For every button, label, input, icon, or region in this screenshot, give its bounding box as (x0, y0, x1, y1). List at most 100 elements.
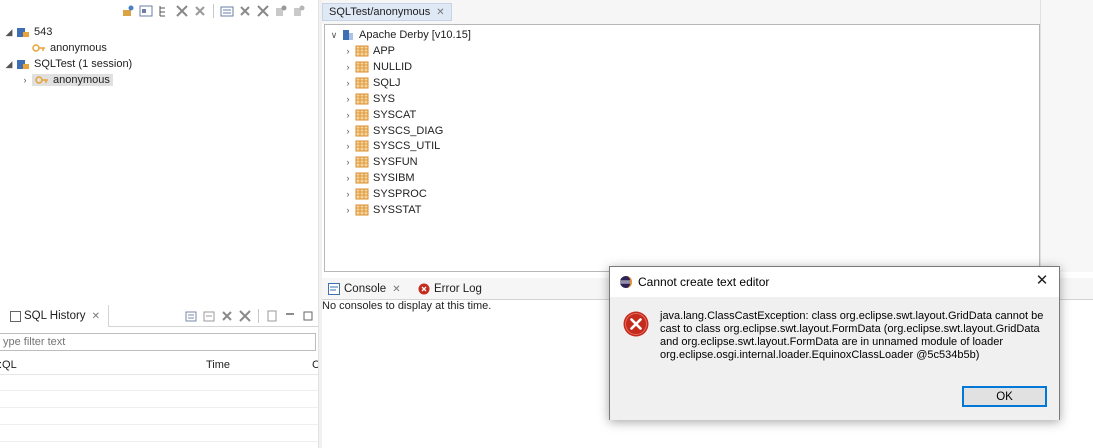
schema-icon (355, 204, 369, 216)
table-row[interactable] (0, 390, 318, 391)
tab-label: SQL History (24, 310, 86, 322)
tree-node-schema[interactable]: › SYSIBM (343, 170, 415, 186)
close-icon[interactable]: ✕ (436, 7, 444, 18)
remove-icon[interactable] (192, 3, 208, 19)
chevron-right-icon[interactable]: › (343, 46, 353, 56)
commit-icon[interactable] (273, 3, 289, 19)
tree-node-schema[interactable]: › SYSFUN (343, 154, 418, 170)
tree-node-schema[interactable]: › SYSPROC (343, 186, 427, 202)
close-session-icon[interactable] (237, 3, 253, 19)
schema-icon (355, 125, 369, 137)
chevron-right-icon[interactable]: › (343, 141, 353, 151)
chevron-right-icon[interactable]: › (343, 62, 353, 72)
tree-node-label: SYSPROC (373, 188, 427, 201)
database-icon (341, 29, 355, 41)
tree-node-label: anonymous (50, 42, 107, 54)
chevron-right-icon[interactable]: › (343, 94, 353, 104)
chevron-right-icon[interactable]: › (343, 157, 353, 167)
history-toolbar (183, 308, 316, 324)
new-session-icon[interactable] (219, 3, 235, 19)
connect-icon[interactable] (138, 3, 154, 19)
tree-layout-icon[interactable] (156, 3, 172, 19)
minimize-icon[interactable] (282, 308, 298, 324)
rollback-icon[interactable] (291, 3, 307, 19)
chevron-down-icon[interactable]: ∨ (329, 30, 339, 40)
tree-node-schema[interactable]: › SYSSTAT (343, 202, 422, 218)
close-icon[interactable]: ✕ (1035, 273, 1049, 288)
view-menu-icon[interactable] (264, 308, 280, 324)
tree-node-label: SYSCS_DIAG (373, 124, 444, 137)
ok-button[interactable]: OK (962, 386, 1047, 407)
new-connection-icon[interactable] (120, 3, 136, 19)
tree-node-schema[interactable]: › SYSCS_DIAG (343, 123, 444, 139)
close-all-icon[interactable] (255, 3, 271, 19)
maximize-icon[interactable] (300, 308, 316, 324)
dialog-title: Cannot create text editor (638, 275, 770, 289)
schema-icon (355, 61, 369, 73)
open-in-editor-icon[interactable] (183, 308, 199, 324)
tab-console[interactable]: Console ✕ (328, 278, 401, 300)
tree-node-label: SYSIBM (373, 172, 415, 185)
chevron-right-icon[interactable]: › (20, 75, 30, 85)
schema-icon (355, 93, 369, 105)
tree-node-schema[interactable]: › SYSCAT (343, 107, 417, 123)
tree-node-schema[interactable]: › SYSCS_UTIL (343, 138, 441, 154)
clear-all-icon[interactable] (237, 308, 253, 324)
console-empty-message: No consoles to display at this time. (322, 300, 492, 312)
copy-to-editor-icon[interactable] (201, 308, 217, 324)
tab-sqltest-anonymous[interactable]: SQLTest/anonymous ✕ (322, 3, 452, 21)
schema-icon (355, 140, 369, 152)
tab-error-log[interactable]: Error Log (418, 278, 482, 300)
tree-node-label: SYSFUN (373, 156, 418, 169)
history-filter-input[interactable] (0, 333, 316, 351)
selected-node[interactable]: anonymous (32, 74, 113, 86)
tree-node-label: NULLID (373, 60, 413, 73)
column-header-sql[interactable]: :QL (0, 359, 17, 371)
schema-icon (355, 45, 369, 57)
table-row[interactable] (0, 407, 318, 408)
chevron-down-icon[interactable]: ◢ (4, 59, 14, 69)
tree-node-label: APP (373, 45, 396, 57)
tree-node-label: SQLTest (1 session) (34, 58, 133, 70)
tree-node-schema[interactable]: › SYS (343, 91, 396, 107)
chevron-right-icon[interactable]: › (343, 110, 353, 120)
chevron-right-icon[interactable]: › (343, 78, 353, 88)
view-sash[interactable] (318, 0, 322, 448)
tree-node-anonymous[interactable]: anonymous (32, 40, 107, 56)
chevron-right-icon[interactable]: › (343, 189, 353, 199)
chevron-down-icon[interactable]: ◢ (4, 27, 14, 37)
connections-toolbar (120, 2, 307, 20)
dialog-titlebar[interactable]: Cannot create text editor ✕ (610, 267, 1059, 297)
table-row[interactable] (0, 424, 318, 425)
database-structure-tree: ∨ Apache Derby [v10.15] › APP › NULLID › SQLJ… (324, 24, 1040, 272)
editor-tabbar: SQLTest/anonymous ✕ (322, 0, 1093, 24)
close-icon[interactable]: ✕ (392, 284, 400, 295)
tab-label: Console (344, 283, 387, 295)
tree-node-apache-derby[interactable]: ∨ Apache Derby [v10.15] (329, 27, 471, 43)
console-icon (328, 283, 340, 295)
disconnect-icon[interactable] (174, 3, 190, 19)
user-key-icon (35, 74, 49, 86)
tab-label: Error Log (434, 283, 482, 295)
close-icon[interactable]: ✕ (92, 311, 100, 322)
tree-node-anonymous-session[interactable]: › anonymous (20, 72, 113, 88)
table-row[interactable] (0, 441, 318, 442)
tree-node-schema[interactable]: › SQLJ (343, 75, 401, 91)
tree-node-label: SQLJ (373, 76, 401, 89)
delete-icon[interactable] (219, 308, 235, 324)
tree-node-schema[interactable]: › NULLID (343, 59, 413, 75)
chevron-right-icon[interactable]: › (343, 173, 353, 183)
chevron-right-icon[interactable]: › (343, 205, 353, 215)
column-header-time[interactable]: Time (206, 359, 230, 371)
tree-node-label: SYSCAT (373, 108, 417, 121)
tree-node-schema[interactable]: › APP (343, 43, 396, 59)
alias-icon (16, 58, 30, 70)
tree-node-sqltest[interactable]: ◢ SQLTest (1 session) (4, 56, 133, 72)
tree-node-543[interactable]: ◢ 543 (4, 24, 53, 40)
toolbar-separator (213, 4, 214, 18)
chevron-right-icon[interactable]: › (343, 126, 353, 136)
schema-icon (355, 172, 369, 184)
history-icon (10, 310, 21, 322)
tab-sql-history[interactable]: SQL History ✕ (0, 305, 109, 327)
tree-node-label: Apache Derby [v10.15] (359, 29, 471, 41)
